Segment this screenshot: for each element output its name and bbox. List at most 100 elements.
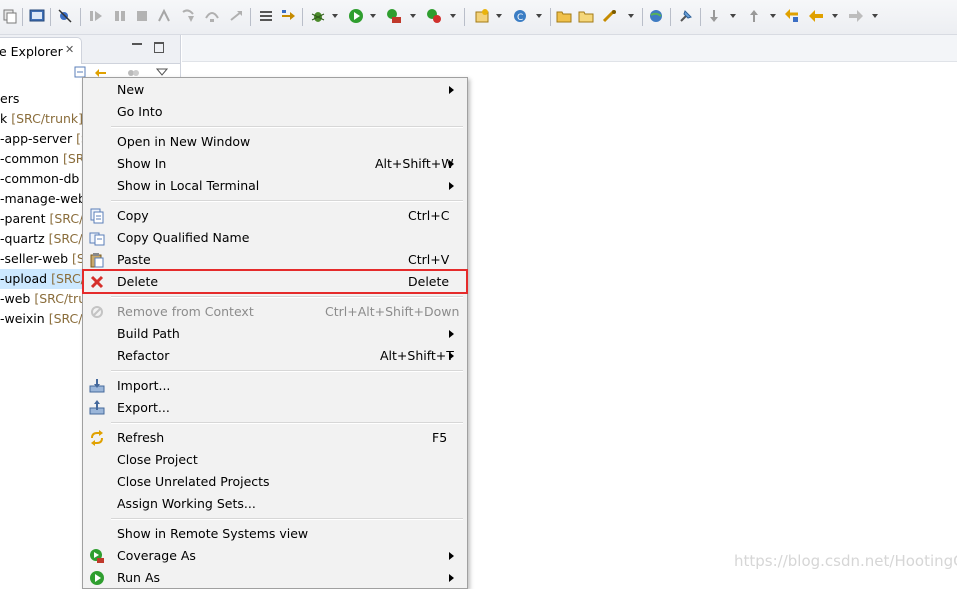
copy-icon[interactable] xyxy=(2,8,18,24)
menu-item-open-new-window[interactable]: Open in New Window xyxy=(83,131,467,153)
terminate-icon[interactable] xyxy=(134,8,150,24)
step-into-icon[interactable] xyxy=(180,8,196,24)
new-class-icon[interactable]: C xyxy=(512,8,528,24)
menu-item-label: Run As xyxy=(117,570,161,585)
next-annotation-dropdown-icon[interactable] xyxy=(730,14,736,18)
menu-item-copy[interactable]: Copy Ctrl+C xyxy=(83,205,467,227)
menu-item-import[interactable]: Import... xyxy=(83,375,467,397)
tree-item[interactable]: -parent [SRC/tr xyxy=(0,209,93,229)
menu-item-shortcut: Ctrl+C xyxy=(408,208,450,223)
tree-item[interactable]: k [SRC/trunk] xyxy=(0,109,83,129)
menu-item-export[interactable]: Export... xyxy=(83,397,467,419)
drop-frame-icon[interactable] xyxy=(258,8,274,24)
toolbar-separator xyxy=(670,8,671,26)
tree-item[interactable]: -manage-web xyxy=(0,189,86,209)
search-dropdown-icon[interactable] xyxy=(628,14,634,18)
new-project-icon[interactable] xyxy=(474,8,490,24)
menu-item-label: Assign Working Sets... xyxy=(117,496,256,511)
new-class-dropdown-icon[interactable] xyxy=(536,14,542,18)
tree-item[interactable]: -web [SRC/trun xyxy=(0,289,94,309)
menu-item-build-path[interactable]: Build Path xyxy=(83,323,467,345)
menu-item-paste[interactable]: Paste Ctrl+V xyxy=(83,249,467,271)
toolbar-separator xyxy=(700,8,701,26)
pin-icon[interactable] xyxy=(678,8,694,24)
globe-icon[interactable] xyxy=(648,8,664,24)
tree-item[interactable]: -app-server [S xyxy=(0,129,89,149)
search-icon[interactable] xyxy=(602,8,618,24)
menu-item-label: Coverage As xyxy=(117,548,196,563)
tree-item-name: -common-db xyxy=(0,171,80,186)
menu-item-new[interactable]: New xyxy=(83,79,467,101)
menu-item-go-into[interactable]: Go Into xyxy=(83,101,467,123)
run-dropdown-icon[interactable] xyxy=(370,14,376,18)
last-edit-location-icon[interactable] xyxy=(784,8,800,24)
debug-icon[interactable] xyxy=(310,8,326,24)
main-toolbar: C xyxy=(0,0,957,35)
menu-item-assign-working-sets[interactable]: Assign Working Sets... xyxy=(83,493,467,515)
tree-item[interactable]: ers xyxy=(0,89,19,109)
tree-item[interactable]: -quartz [SRC/tr xyxy=(0,229,92,249)
menu-item-run-as[interactable]: Run As xyxy=(83,567,467,589)
next-annotation-icon[interactable] xyxy=(706,8,722,24)
coverage-icon[interactable] xyxy=(386,8,402,24)
tree-item-repo: [SRC/trunk] xyxy=(11,111,84,126)
menu-item-copy-qualified-name[interactable]: Copy Qualified Name xyxy=(83,227,467,249)
use-step-filters-icon[interactable] xyxy=(280,8,296,24)
menu-item-delete[interactable]: Delete Delete xyxy=(83,271,467,293)
submenu-arrow-icon xyxy=(449,160,454,168)
open-type-icon[interactable] xyxy=(578,8,594,24)
tree-item[interactable]: -seller-web [S xyxy=(0,249,85,269)
tab-project-explorer[interactable]: e Explorer ✕ xyxy=(0,37,82,64)
copy-qualified-name-icon xyxy=(89,230,105,246)
skip-breakpoints-icon[interactable] xyxy=(57,8,73,24)
coverage-dropdown-icon[interactable] xyxy=(410,14,416,18)
toolbar-separator xyxy=(22,8,23,26)
maximize-icon[interactable] xyxy=(154,42,164,53)
menu-item-label: Copy Qualified Name xyxy=(117,230,250,245)
menu-item-coverage-as[interactable]: Coverage As xyxy=(83,545,467,567)
console-icon[interactable] xyxy=(29,8,45,24)
minimize-icon[interactable] xyxy=(132,41,142,45)
menu-item-show-local-terminal[interactable]: Show in Local Terminal xyxy=(83,175,467,197)
previous-annotation-icon[interactable] xyxy=(746,8,762,24)
external-tool-dropdown-icon[interactable] xyxy=(450,14,456,18)
remove-from-context-icon xyxy=(89,304,105,320)
tree-item[interactable]: -weixin [SRC/tr xyxy=(0,309,93,329)
tree-item-repo: [SRC/ xyxy=(51,271,85,286)
open-folder-icon[interactable] xyxy=(556,8,572,24)
disconnect-icon[interactable] xyxy=(156,8,172,24)
menu-separator xyxy=(111,370,463,372)
submenu-arrow-icon xyxy=(449,330,454,338)
forward-icon[interactable] xyxy=(848,8,864,24)
menu-item-refactor[interactable]: Refactor Alt+Shift+T xyxy=(83,345,467,367)
menu-item-label: Import... xyxy=(117,378,171,393)
tree-item-name: -manage-web xyxy=(0,191,86,206)
tree-item-selected[interactable]: -upload [SRC/ xyxy=(0,269,85,289)
resume-icon[interactable] xyxy=(88,8,104,24)
step-return-icon[interactable] xyxy=(228,8,244,24)
menu-item-show-in[interactable]: Show In Alt+Shift+W xyxy=(83,153,467,175)
toolbar-separator xyxy=(302,8,303,26)
tree-item[interactable]: -common [SR xyxy=(0,149,84,169)
menu-item-close-unrelated-projects[interactable]: Close Unrelated Projects xyxy=(83,471,467,493)
context-menu: New Go Into Open in New Window Show In A… xyxy=(82,77,468,589)
menu-item-remove-from-context: Remove from Context Ctrl+Alt+Shift+Down xyxy=(83,301,467,323)
back-dropdown-icon[interactable] xyxy=(832,14,838,18)
debug-dropdown-icon[interactable] xyxy=(332,14,338,18)
run-icon[interactable] xyxy=(348,8,364,24)
suspend-icon[interactable] xyxy=(112,8,128,24)
step-over-icon[interactable] xyxy=(204,8,220,24)
menu-item-close-project[interactable]: Close Project xyxy=(83,449,467,471)
menu-item-show-remote-systems[interactable]: Show in Remote Systems view xyxy=(83,523,467,545)
menu-item-refresh[interactable]: Refresh F5 xyxy=(83,427,467,449)
run-external-tool-icon[interactable] xyxy=(426,8,442,24)
back-icon[interactable] xyxy=(808,8,824,24)
tree-item[interactable]: -common-db [ xyxy=(0,169,88,189)
tree-item-name: k xyxy=(0,111,8,126)
close-icon[interactable]: ✕ xyxy=(65,43,74,56)
menu-item-shortcut: F5 xyxy=(432,430,448,445)
previous-annotation-dropdown-icon[interactable] xyxy=(770,14,776,18)
new-project-dropdown-icon[interactable] xyxy=(496,14,502,18)
forward-dropdown-icon[interactable] xyxy=(872,14,878,18)
tree-item-name: ers xyxy=(0,91,20,106)
